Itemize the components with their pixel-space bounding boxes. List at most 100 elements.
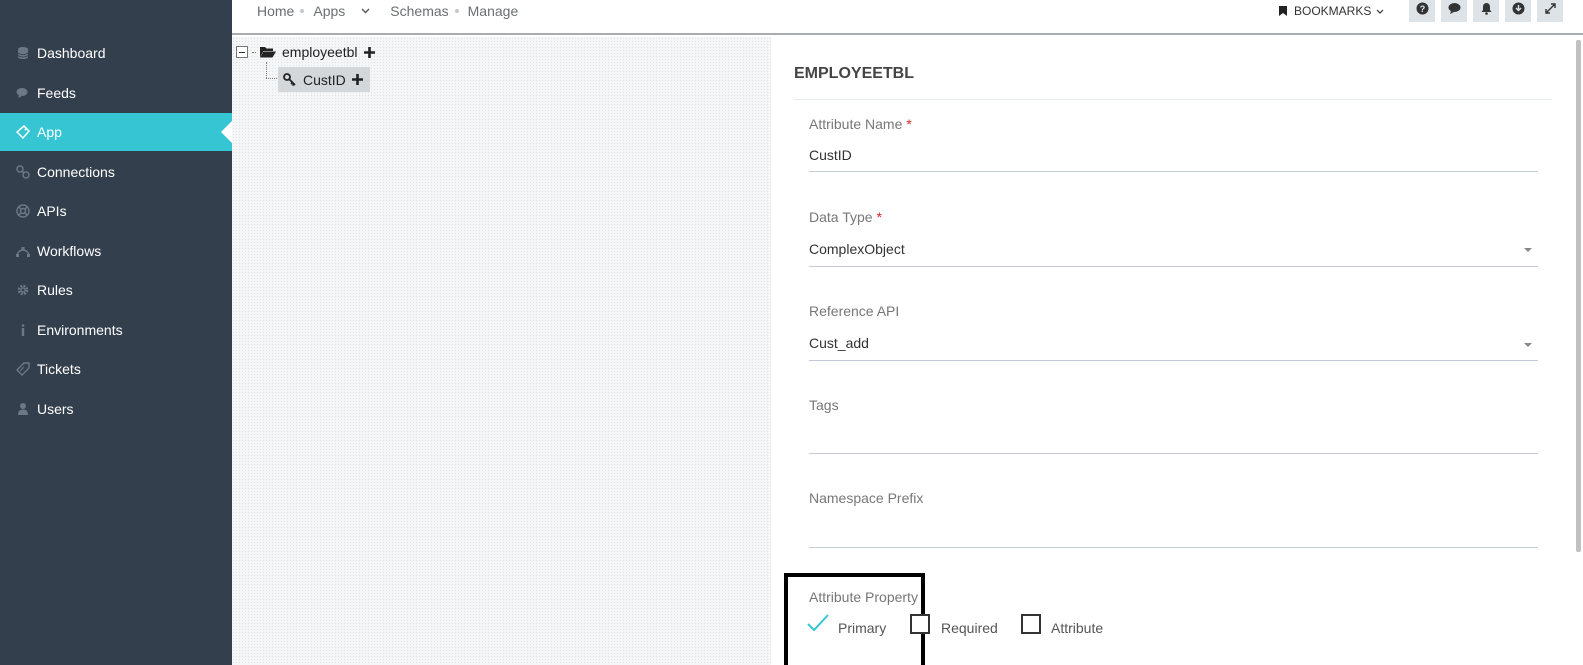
sidebar-item-label: App bbox=[37, 124, 62, 140]
workflow-icon bbox=[16, 244, 30, 258]
tree-node-custid[interactable]: CustID bbox=[278, 67, 370, 92]
tree-node-label: CustID bbox=[303, 71, 346, 88]
svg-text:?: ? bbox=[1419, 4, 1425, 14]
divider bbox=[794, 99, 1552, 100]
reference-api-label: Reference API bbox=[809, 303, 900, 319]
attribute-checkbox-label[interactable]: Attribute bbox=[1051, 620, 1103, 636]
sidebar-item-feeds[interactable]: Feeds bbox=[0, 74, 232, 112]
folder-open-icon bbox=[260, 46, 276, 58]
primary-checkbox-label[interactable]: Primary bbox=[838, 620, 886, 636]
breadcrumb-separator bbox=[454, 9, 459, 13]
sidebar-item-workflows[interactable]: Workflows bbox=[0, 232, 232, 270]
breadcrumb-schemas[interactable]: Schemas bbox=[390, 3, 448, 19]
tree-node-root[interactable]: employeetbl bbox=[236, 44, 375, 60]
bell-icon bbox=[1480, 2, 1493, 20]
gear-icon bbox=[16, 283, 30, 297]
tree-connector bbox=[252, 51, 256, 53]
namespace-prefix-input[interactable] bbox=[809, 515, 1538, 545]
tree-connector bbox=[266, 62, 267, 78]
data-type-select[interactable]: ComplexObject bbox=[809, 241, 1509, 257]
sidebar-item-label: Feeds bbox=[37, 85, 76, 101]
attribute-form-panel: EMPLOYEETBL Attribute Name* Data Type* C… bbox=[771, 37, 1583, 665]
sidebar-item-label: Tickets bbox=[37, 361, 81, 377]
sidebar-item-label: Connections bbox=[37, 164, 115, 180]
info-icon bbox=[16, 323, 30, 337]
breadcrumb-apps[interactable]: Apps bbox=[313, 3, 345, 19]
sidebar-item-label: Dashboard bbox=[37, 45, 106, 61]
sidebar-item-connections[interactable]: Connections bbox=[0, 153, 232, 191]
tags-label: Tags bbox=[809, 397, 839, 413]
sidebar-item-label: Rules bbox=[37, 282, 73, 298]
help-icon: ? bbox=[1416, 2, 1429, 20]
attribute-property-label: Attribute Property bbox=[809, 589, 918, 605]
attribute-name-input[interactable] bbox=[809, 140, 1538, 170]
sidebar-item-label: APIs bbox=[37, 203, 67, 219]
download-icon bbox=[1512, 2, 1525, 20]
data-type-label-text: Data Type bbox=[809, 209, 873, 225]
chat-button[interactable] bbox=[1441, 0, 1467, 22]
bookmark-icon bbox=[1279, 6, 1287, 16]
attribute-checkbox[interactable] bbox=[1021, 614, 1041, 634]
download-button[interactable] bbox=[1505, 0, 1531, 22]
tags-input[interactable] bbox=[809, 422, 1538, 452]
required-checkbox-label[interactable]: Required bbox=[941, 620, 998, 636]
sidebar-item-dashboard[interactable]: Dashboard bbox=[0, 34, 232, 72]
collapse-toggle[interactable] bbox=[236, 46, 248, 58]
ticket-icon bbox=[16, 362, 30, 376]
breadcrumb-separator bbox=[300, 9, 305, 13]
breadcrumb-manage[interactable]: Manage bbox=[468, 3, 519, 19]
reference-api-select[interactable]: Cust_add bbox=[809, 335, 1509, 351]
sidebar-item-label: Workflows bbox=[37, 243, 102, 259]
field-underline bbox=[809, 171, 1538, 172]
sidebar-item-tickets[interactable]: Tickets bbox=[0, 350, 232, 388]
comments-icon bbox=[16, 86, 30, 100]
sidebar-item-label: Users bbox=[37, 401, 74, 417]
primary-checkbox[interactable] bbox=[807, 613, 829, 633]
caret-down-icon[interactable] bbox=[1524, 343, 1532, 347]
schema-tree-panel: employeetbl bbox=[232, 37, 771, 665]
highlight-box bbox=[784, 573, 925, 665]
attribute-name-label: Attribute Name * bbox=[809, 116, 912, 132]
field-underline bbox=[809, 547, 1538, 548]
expand-icon bbox=[1544, 2, 1557, 20]
sidebar-item-app[interactable]: App bbox=[0, 113, 232, 151]
form-title: EMPLOYEETBL bbox=[794, 65, 915, 82]
caret-down-icon[interactable] bbox=[1524, 248, 1532, 252]
sidebar-item-users[interactable]: Users bbox=[0, 390, 232, 428]
checkmark-icon bbox=[807, 614, 829, 637]
sidebar-item-apis[interactable]: APIs bbox=[0, 192, 232, 230]
required-marker: * bbox=[906, 116, 912, 132]
breadcrumb-home[interactable]: Home bbox=[257, 3, 294, 19]
attribute-name-label-text: Attribute Name bbox=[809, 116, 903, 132]
bookmarks-dropdown[interactable]: BOOKMARKS bbox=[1279, 2, 1384, 20]
key-icon bbox=[283, 73, 296, 86]
field-underline bbox=[809, 360, 1538, 361]
chevron-down-icon bbox=[1376, 9, 1384, 14]
namespace-prefix-label: Namespace Prefix bbox=[809, 490, 924, 506]
tree-connector bbox=[266, 78, 277, 79]
chevron-down-icon[interactable] bbox=[361, 8, 370, 14]
bookmarks-label: BOOKMARKS bbox=[1294, 4, 1372, 18]
user-icon bbox=[16, 402, 30, 416]
scrollbar[interactable] bbox=[1576, 40, 1581, 552]
sidebar-item-rules[interactable]: Rules bbox=[0, 271, 232, 309]
help-button[interactable]: ? bbox=[1409, 0, 1435, 22]
notifications-button[interactable] bbox=[1473, 0, 1499, 22]
sidebar: Dashboard Feeds App Connections APIs Wor… bbox=[0, 0, 232, 665]
field-underline bbox=[809, 266, 1538, 267]
database-icon bbox=[16, 46, 30, 60]
add-child-icon[interactable] bbox=[363, 46, 375, 58]
required-checkbox[interactable] bbox=[910, 614, 930, 634]
app-icon bbox=[16, 125, 30, 139]
link-icon bbox=[16, 165, 30, 179]
required-marker: * bbox=[876, 209, 883, 225]
sidebar-item-environments[interactable]: Environments bbox=[0, 311, 232, 349]
fullscreen-button[interactable] bbox=[1537, 0, 1563, 22]
breadcrumb: Home Apps Schemas Manage bbox=[257, 0, 518, 22]
add-child-icon[interactable] bbox=[351, 74, 363, 85]
tree-node-label: employeetbl bbox=[282, 44, 358, 60]
top-bar: Home Apps Schemas Manage BOOKMARKS ? bbox=[232, 0, 1583, 35]
life-ring-icon bbox=[16, 204, 30, 218]
chat-icon bbox=[1448, 2, 1461, 20]
data-type-label: Data Type * bbox=[809, 209, 882, 225]
